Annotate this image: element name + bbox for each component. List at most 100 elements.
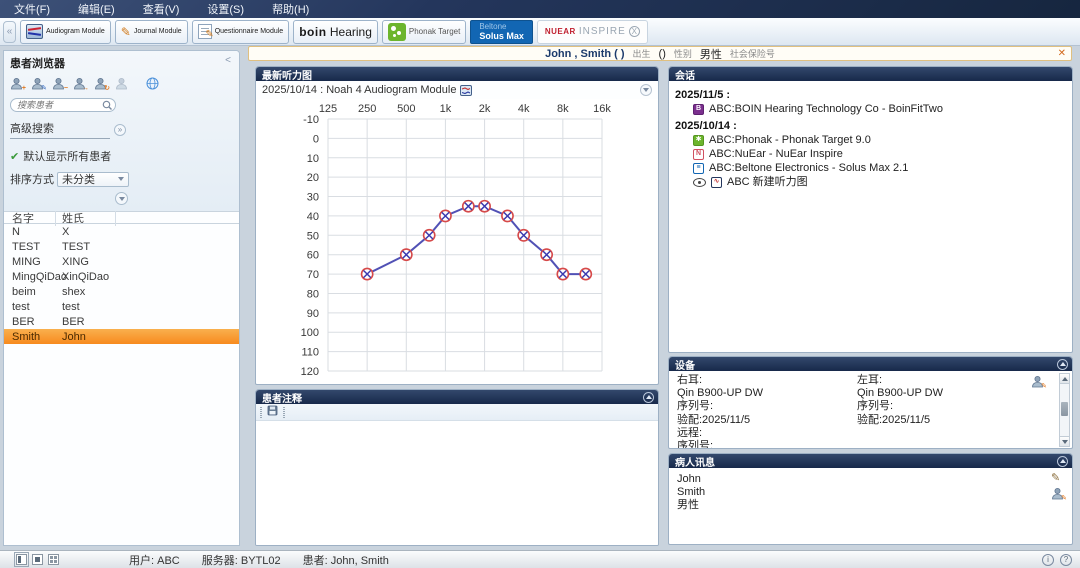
session-item[interactable]: ≡ABC:Beltone Electronics - Solus Max 2.1 — [675, 161, 1066, 175]
patient-last-name: Smith — [677, 486, 1064, 499]
patient-row[interactable]: NX — [4, 224, 239, 239]
remote-label: 远程: — [677, 427, 1064, 440]
patient-info-panel: 病人讯息 John Smith 男性 ✎ ✎ — [668, 453, 1073, 545]
boin-hearing-button[interactable]: boin Hearing — [293, 20, 378, 44]
svg-text:16k: 16k — [593, 103, 611, 115]
view-grid-layout-icon[interactable] — [48, 554, 59, 565]
chevron-down-icon — [118, 177, 124, 181]
menu-settings[interactable]: 设置(S) — [193, 1, 258, 17]
chevron-down-icon — [119, 197, 125, 201]
network-globe-button[interactable] — [146, 77, 161, 91]
module-toolbar: « Audiogram Module ✎ Journal Module ✎ Qu… — [0, 18, 1080, 46]
last-name-column-header[interactable]: 姓氏 — [56, 210, 116, 226]
journal-module-button[interactable]: ✎ Journal Module — [115, 20, 188, 44]
svg-text:125: 125 — [319, 103, 337, 115]
add-patient-button[interactable]: + — [10, 77, 25, 91]
chevron-up-icon — [1060, 362, 1066, 366]
svg-text:250: 250 — [358, 103, 376, 115]
patient-row[interactable]: TESTTEST — [4, 239, 239, 254]
menu-help[interactable]: 帮助(H) — [258, 1, 323, 17]
session-item[interactable]: NABC:NuEar - NuEar Inspire — [675, 147, 1066, 161]
patient-first-name-cell: MING — [4, 256, 56, 268]
show-all-patients-checkbox[interactable]: ✔ — [10, 150, 19, 163]
audiogram-dropdown-button[interactable] — [640, 84, 652, 96]
left-ear-device: Qin B900-UP DW — [857, 387, 943, 400]
scroll-down-button[interactable] — [1060, 436, 1069, 446]
save-note-button[interactable] — [267, 405, 278, 419]
help-icon[interactable]: ? — [1060, 554, 1072, 566]
patient-last-name-cell: BER — [56, 316, 85, 328]
beltone-brand-label: Beltone — [479, 23, 524, 31]
scrollbar-thumb[interactable] — [1061, 402, 1068, 416]
panel-collapse-icon[interactable]: < — [225, 55, 231, 66]
patient-last-name-cell: XinQiDao — [56, 271, 109, 283]
sort-by-select[interactable]: 未分类 — [57, 172, 129, 187]
collapse-panel-button[interactable] — [1057, 456, 1068, 467]
duplicate-patient-button[interactable]: ↻ — [94, 77, 109, 91]
eye-icon — [693, 178, 706, 187]
collapse-panel-button[interactable] — [1057, 359, 1068, 370]
patient-row[interactable]: MingQiDaoXinQiDao — [4, 269, 239, 284]
devices-scrollbar[interactable] — [1059, 373, 1070, 447]
patient-row[interactable]: beimshex — [4, 284, 239, 299]
svg-text:0: 0 — [313, 133, 319, 145]
svg-text:10: 10 — [307, 153, 319, 165]
devices-panel: 设备 右耳: Qin B900-UP DW 序列号: 验配:2025/11/5 … — [668, 356, 1073, 449]
mini-audiogram-icon — [460, 85, 472, 96]
beltone-solus-max-button[interactable]: Beltone Solus Max — [470, 20, 533, 44]
close-patient-icon[interactable]: ✕ — [1058, 48, 1066, 59]
questionnaire-module-button[interactable]: ✎ Questionnaire Module — [192, 20, 290, 44]
audiogram-module-button[interactable]: Audiogram Module — [20, 20, 111, 44]
advanced-search-link[interactable]: 高级搜索 — [10, 120, 110, 139]
collapse-panel-button[interactable] — [643, 392, 654, 403]
edit-patient-info-button[interactable]: ✎ — [1051, 472, 1066, 485]
patient-list-header[interactable]: 名字 姓氏 — [4, 211, 239, 224]
menu-view[interactable]: 查看(V) — [129, 1, 194, 17]
svg-text:4k: 4k — [518, 103, 530, 115]
session-item[interactable]: ✱ABC:Phonak - Phonak Target 9.0 — [675, 133, 1066, 147]
phonak-target-button[interactable]: Phonak Target — [382, 20, 466, 44]
transfer-patient-button[interactable]: → — [73, 77, 88, 91]
edit-patient-record-button[interactable]: ✎ — [1051, 487, 1066, 504]
latest-audiogram-title: 最新听力图 — [262, 67, 312, 82]
svg-text:60: 60 — [307, 250, 319, 262]
patient-row[interactable]: MINGXING — [4, 254, 239, 269]
patient-info-title: 病人讯息 — [675, 454, 715, 469]
svg-text:120: 120 — [301, 366, 319, 378]
notes-text-area[interactable] — [256, 421, 658, 545]
view-single-layout-icon[interactable] — [32, 554, 43, 565]
nuear-inspire-button[interactable]: NUEAR INSPIRE X — [537, 20, 648, 44]
session-date: 2025/11/5 : — [675, 88, 1066, 102]
journal-module-label: Journal Module — [134, 28, 182, 36]
latest-audiogram-panel-header: 最新听力图 — [256, 67, 658, 81]
session-item[interactable]: BABC:BOIN Hearing Technology Co - BoinFi… — [675, 102, 1066, 116]
nuear-product-label: INSPIRE — [579, 26, 626, 37]
menu-file[interactable]: 文件(F) — [0, 1, 64, 17]
filter-expander-button[interactable] — [115, 192, 128, 205]
audiogram-module-label: Audiogram Module — [46, 28, 105, 36]
patient-row[interactable]: SmithJohn — [4, 329, 239, 344]
anonymous-patient-button[interactable] — [115, 77, 130, 91]
view-browser-layout-icon[interactable] — [16, 554, 27, 565]
patient-gender: 男性 — [677, 499, 1064, 512]
svg-text:70: 70 — [307, 269, 319, 281]
left-ear-label: 左耳: — [857, 374, 943, 387]
patient-row[interactable]: testtest — [4, 299, 239, 314]
edit-devices-button[interactable]: ✎ — [1031, 375, 1046, 392]
search-patient-input[interactable] — [10, 98, 116, 112]
first-name-column-header[interactable]: 名字 — [4, 210, 56, 226]
session-item[interactable]: ∿ABC 新建听力图 — [675, 175, 1066, 189]
toolbar-collapse-button[interactable]: « — [3, 21, 16, 43]
info-icon[interactable]: i — [1042, 554, 1054, 566]
session-label: ABC:Beltone Electronics - Solus Max 2.1 — [709, 161, 908, 175]
patient-last-name-cell: shex — [56, 286, 85, 298]
left-fit-date: 验配:2025/11/5 — [857, 414, 943, 427]
remove-patient-button[interactable]: − — [52, 77, 67, 91]
left-serial-label: 序列号: — [857, 400, 943, 413]
menu-edit[interactable]: 编辑(E) — [64, 1, 129, 17]
patient-row[interactable]: BERBER — [4, 314, 239, 329]
edit-patient-button[interactable]: ✎ — [31, 77, 46, 91]
scroll-up-button[interactable] — [1060, 374, 1069, 384]
advanced-search-expand-icon[interactable]: » — [114, 124, 126, 136]
triangle-down-icon — [1062, 440, 1068, 444]
